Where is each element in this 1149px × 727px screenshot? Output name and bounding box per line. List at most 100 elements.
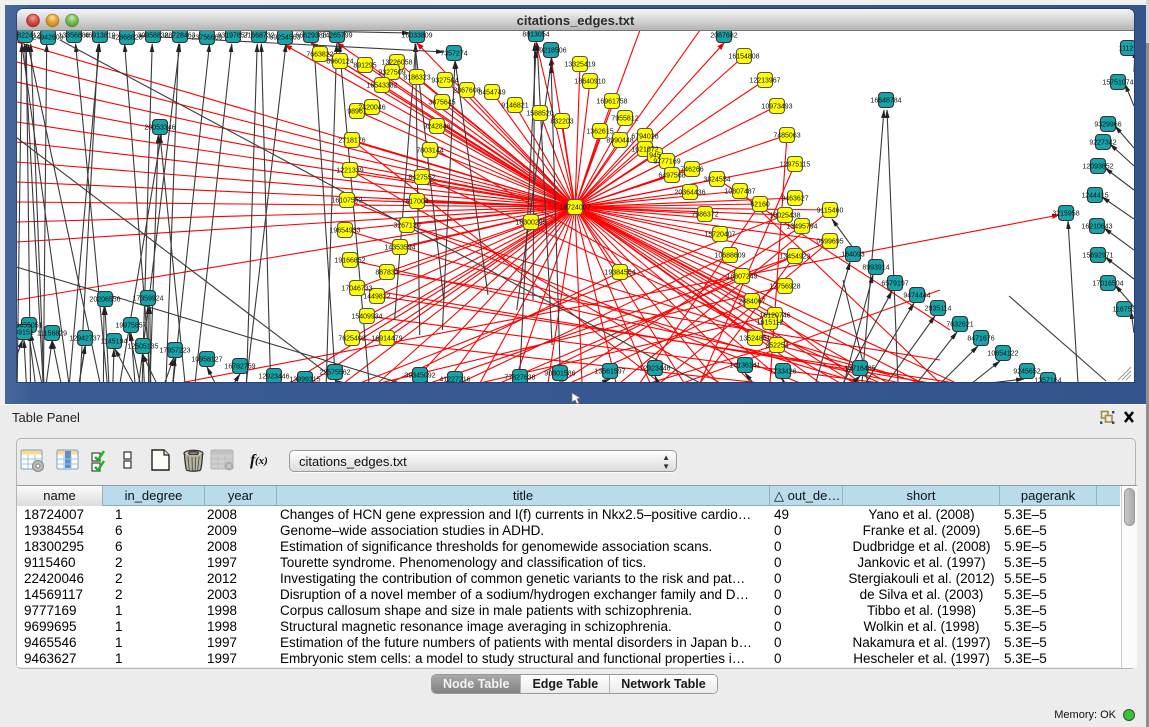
svg-text:19654933: 19654933 — [329, 228, 360, 235]
svg-text:16961758: 16961758 — [596, 99, 627, 106]
svg-text:1362615: 1362615 — [586, 129, 613, 136]
svg-text:22575562: 22575562 — [319, 370, 350, 377]
svg-text:2087682: 2087682 — [710, 33, 737, 40]
svg-text:19166852: 19166852 — [334, 258, 365, 265]
svg-text:16914479: 16914479 — [371, 336, 402, 343]
svg-text:7663822: 7663822 — [306, 52, 333, 59]
svg-text:3267130: 3267130 — [393, 223, 420, 230]
svg-text:14353594: 14353594 — [384, 245, 415, 252]
svg-text:13118: 13118 — [17, 160, 18, 167]
svg-text:3215958: 3215958 — [1052, 211, 1079, 218]
svg-text:1357164: 1357164 — [1034, 378, 1061, 383]
svg-text:16107552: 16107552 — [331, 198, 362, 205]
svg-text:13524851: 13524851 — [739, 336, 770, 343]
svg-text:8960124: 8960124 — [326, 59, 353, 66]
svg-text:16210643: 16210643 — [1081, 224, 1112, 231]
svg-text:77827638: 77827638 — [504, 375, 535, 382]
svg-text:8813054: 8813054 — [522, 32, 549, 39]
svg-text:10958127: 10958127 — [191, 357, 222, 364]
svg-text:17016504: 17016504 — [1092, 281, 1123, 288]
svg-text:17957223: 17957223 — [159, 348, 190, 355]
svg-text:20053346: 20053346 — [144, 125, 175, 132]
svg-text:12923446: 12923446 — [639, 366, 670, 373]
svg-text:18724007: 18724007 — [559, 205, 590, 212]
svg-text:116753: 116753 — [1113, 307, 1134, 314]
svg-text:13561597: 13561597 — [594, 369, 625, 376]
svg-text:8471676: 8471676 — [967, 336, 994, 343]
svg-text:12923446: 12923446 — [258, 374, 289, 381]
svg-text:164093: 164093 — [841, 252, 864, 259]
svg-text:16782759: 16782759 — [224, 364, 255, 371]
svg-text:12942737: 12942737 — [69, 336, 100, 343]
svg-text:9227342: 9227342 — [1089, 140, 1116, 147]
svg-text:12505135: 12505135 — [127, 344, 158, 351]
svg-text:10654122: 10654122 — [987, 351, 1018, 358]
svg-text:3824554: 3824554 — [703, 177, 730, 184]
svg-text:17359924: 17359924 — [132, 296, 163, 303]
svg-text:16033809: 16033809 — [401, 33, 432, 40]
svg-text:6794028: 6794028 — [631, 134, 658, 141]
svg-text:20206556: 20206556 — [89, 297, 120, 304]
svg-text:13325419: 13325419 — [564, 62, 595, 69]
svg-text:16120746: 16120746 — [759, 313, 790, 320]
svg-text:252254: 252254 — [765, 343, 788, 350]
svg-text:1733426: 1733426 — [769, 369, 796, 376]
svg-text:10688609: 10688609 — [714, 253, 745, 260]
svg-text:19975857: 19975857 — [115, 323, 146, 330]
svg-text:3875645: 3875645 — [428, 100, 455, 107]
svg-text:13495794: 13495794 — [786, 224, 817, 231]
svg-text:1145194: 1145194 — [101, 339, 128, 346]
svg-text:17046733: 17046733 — [341, 286, 372, 293]
svg-text:7986372: 7986372 — [691, 212, 718, 219]
svg-text:13454923: 13454923 — [779, 254, 810, 261]
svg-text:7625402: 7625402 — [338, 336, 365, 343]
svg-text:9115460: 9115460 — [817, 208, 844, 215]
svg-text:12093852: 12093852 — [1082, 164, 1113, 171]
svg-text:15751074: 15751074 — [1102, 80, 1133, 87]
svg-text:2867608: 2867608 — [453, 88, 480, 95]
svg-text:16154808: 16154808 — [728, 54, 759, 61]
svg-text:18640910: 18640910 — [574, 79, 605, 86]
svg-text:10973493: 10973493 — [761, 104, 792, 111]
svg-text:9463627: 9463627 — [781, 196, 808, 203]
svg-text:19384554: 19384554 — [604, 270, 635, 277]
svg-text:15720407: 15720407 — [704, 232, 735, 239]
svg-text:9777169: 9777169 — [653, 159, 680, 166]
svg-text:9146821: 9146821 — [501, 103, 528, 110]
svg-text:6497568: 6497568 — [658, 173, 685, 180]
svg-text:18300295: 18300295 — [515, 220, 546, 227]
svg-text:9242848: 9242848 — [423, 124, 450, 131]
svg-text:19218506: 19218506 — [535, 48, 566, 55]
svg-text:9474444: 9474444 — [903, 293, 930, 300]
svg-text:12213967: 12213967 — [749, 78, 780, 85]
svg-text:14265799: 14265799 — [321, 33, 352, 40]
svg-text:8186323: 8186323 — [403, 75, 430, 82]
svg-text:8427552: 8427552 — [408, 175, 435, 182]
svg-text:14136141: 14136141 — [729, 363, 760, 370]
svg-text:891295: 891295 — [353, 63, 376, 70]
svg-text:2884067: 2884067 — [738, 299, 765, 306]
svg-text:10025438: 10025438 — [769, 213, 800, 220]
svg-text:832203: 832203 — [550, 119, 573, 126]
svg-text:90801586: 90801586 — [544, 371, 575, 378]
svg-text:7632621: 7632621 — [946, 322, 973, 329]
svg-text:20364436: 20364436 — [674, 190, 705, 197]
svg-text:39345092: 39345092 — [404, 373, 435, 380]
svg-text:8455051: 8455051 — [17, 323, 43, 330]
svg-text:17756928: 17756928 — [769, 284, 800, 291]
svg-text:7803144: 7803144 — [416, 148, 443, 155]
svg-text:13716485: 13716485 — [844, 366, 875, 373]
svg-text:39151: 39151 — [17, 330, 34, 337]
svg-text:8454749: 8454749 — [478, 90, 505, 97]
svg-text:41227216: 41227216 — [439, 377, 470, 383]
svg-text:11156829: 11156829 — [37, 331, 67, 338]
svg-text:9327509: 9327509 — [378, 70, 405, 77]
svg-text:16648784: 16648784 — [870, 98, 901, 105]
svg-text:2935114: 2935114 — [925, 306, 952, 313]
svg-text:6579197: 6579197 — [881, 281, 908, 288]
svg-text:12975115: 12975115 — [780, 162, 811, 169]
svg-text:15692971: 15692971 — [1082, 253, 1113, 260]
svg-text:1615112: 1615112 — [757, 320, 784, 327]
svg-text:13226058: 13226058 — [381, 60, 412, 67]
svg-text:7357274: 7357274 — [440, 51, 467, 58]
